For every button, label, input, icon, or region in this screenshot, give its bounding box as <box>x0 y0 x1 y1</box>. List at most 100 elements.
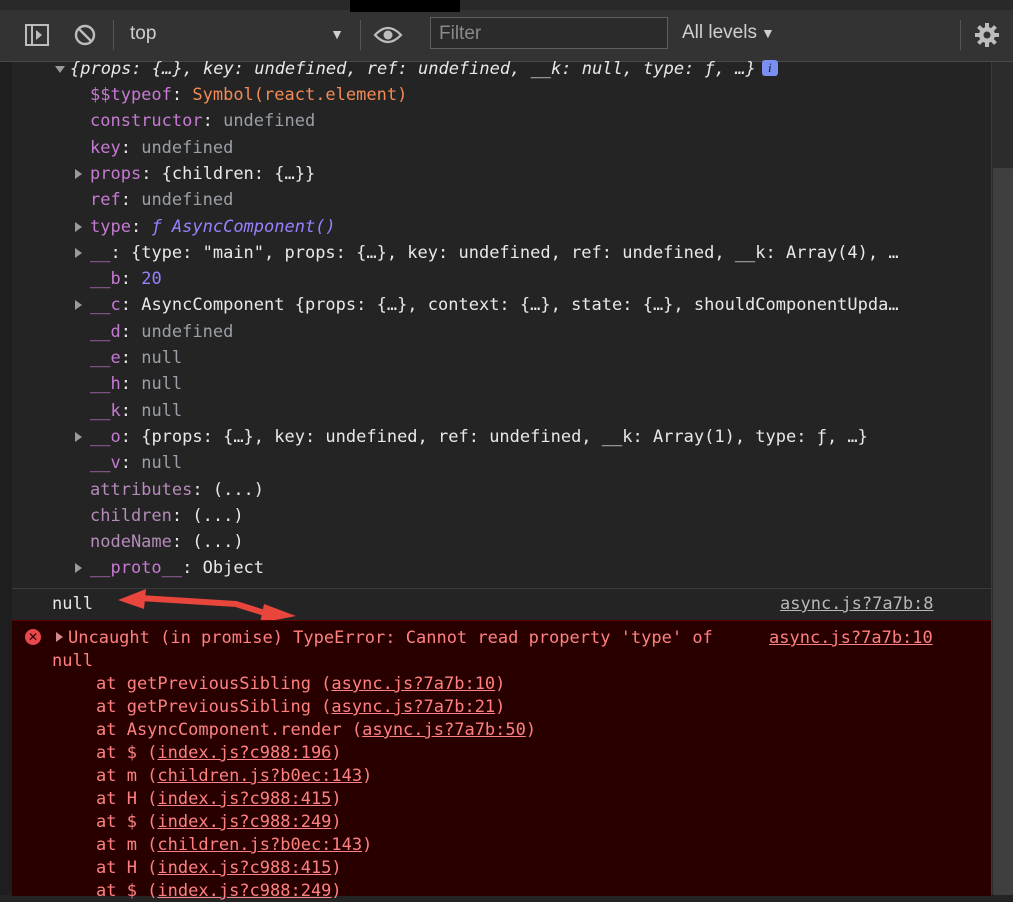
property-row[interactable]: nodeName: (...) <box>90 531 244 553</box>
context-select-label: top <box>130 23 157 44</box>
stack-frame-link[interactable]: index.js?c988:196 <box>157 743 331 763</box>
property-row[interactable]: __: {type: "main", props: {…}, key: unde… <box>90 242 899 264</box>
toolbar-top-strip <box>0 0 1013 10</box>
gear-icon[interactable] <box>972 20 1002 50</box>
property-row[interactable]: props: {children: {…}} <box>90 163 315 185</box>
expand-triangle-icon[interactable] <box>75 300 82 311</box>
property-value: {type: "main", props: {…}, key: undefine… <box>130 242 899 263</box>
context-select[interactable]: top ▼ <box>116 20 352 50</box>
error-message-continued: null <box>52 651 93 671</box>
stack-frame-link[interactable]: index.js?c988:249 <box>157 812 331 832</box>
property-key: __v <box>90 453 121 474</box>
property-separator: : <box>120 190 142 211</box>
property-key: attributes <box>90 479 193 500</box>
object-summary[interactable]: {props: {…}, key: undefined, ref: undefi… <box>70 58 778 80</box>
stack-frame-link[interactable]: index.js?c988:249 <box>157 881 331 901</box>
stack-frame: at $ (index.js?c988:196) <box>96 742 342 764</box>
stack-frame-link[interactable]: async.js?7a7b:10 <box>331 674 495 694</box>
stack-frame: at $ (index.js?c988:249) <box>96 880 342 902</box>
object-summary-text: {props: {…}, key: undefined, ref: undefi… <box>70 59 756 79</box>
collapse-triangle-icon[interactable] <box>55 66 65 73</box>
clear-console-icon[interactable] <box>70 20 100 50</box>
property-value: AsyncComponent {props: {…}, context: {…}… <box>141 295 899 316</box>
expand-triangle-icon[interactable] <box>75 563 82 574</box>
property-value: undefined <box>141 137 234 158</box>
property-key: __e <box>90 348 121 368</box>
property-row[interactable]: __o: {props: {…}, key: undefined, ref: u… <box>90 426 868 448</box>
scrollbar-thumb[interactable] <box>993 168 1013 895</box>
stack-frame-suffix: ) <box>495 697 506 717</box>
log-levels-dropdown[interactable]: All levels ▼ <box>682 22 775 44</box>
stack-frame-suffix: ) <box>331 743 342 763</box>
property-row[interactable]: __b: 20 <box>90 268 162 290</box>
property-row[interactable]: __e: null <box>90 347 182 369</box>
property-separator: : <box>120 400 142 421</box>
chevron-down-icon: ▼ <box>330 26 344 42</box>
property-key: props <box>90 163 142 184</box>
chevron-down-icon: ▼ <box>760 25 775 41</box>
property-key: __b <box>90 269 121 290</box>
property-row[interactable]: __d: undefined <box>90 321 233 343</box>
property-separator: : <box>202 111 224 132</box>
property-row[interactable]: __proto__: Object <box>90 557 264 579</box>
property-row[interactable]: key: undefined <box>90 137 233 159</box>
stack-frame-link[interactable]: children.js?b0ec:143 <box>157 835 362 855</box>
info-icon[interactable]: i <box>761 60 778 76</box>
toolbar-divider <box>960 20 961 50</box>
stack-frame-link[interactable]: async.js?7a7b:21 <box>331 697 495 717</box>
expand-triangle-icon[interactable] <box>75 431 82 442</box>
property-value: Symbol(react.element) <box>192 85 408 105</box>
expand-triangle-icon[interactable] <box>75 247 82 258</box>
property-separator: : <box>120 453 142 474</box>
expand-triangle-icon[interactable] <box>75 221 82 232</box>
stack-frame-link[interactable]: children.js?b0ec:143 <box>157 766 362 786</box>
property-separator: : <box>120 348 142 368</box>
property-key: ref <box>90 190 121 211</box>
property-row[interactable]: __v: null <box>90 452 182 474</box>
source-link[interactable]: async.js?7a7b:8 <box>780 593 934 615</box>
null-text: null <box>52 594 93 614</box>
property-row[interactable]: constructor: undefined <box>90 110 315 132</box>
property-key: __c <box>90 295 121 316</box>
expand-triangle-icon[interactable] <box>75 168 82 179</box>
property-row[interactable]: __h: null <box>90 373 182 395</box>
property-key: nodeName <box>90 532 172 553</box>
property-row[interactable]: ref: undefined <box>90 189 233 211</box>
property-separator: : <box>192 479 213 500</box>
stack-frame-prefix: at getPreviousSibling ( <box>96 697 332 717</box>
redacted-box <box>350 0 460 12</box>
property-row[interactable]: $$typeof: Symbol(react.element) <box>90 84 407 106</box>
property-value: 20 <box>141 269 162 290</box>
property-value: null <box>141 348 183 368</box>
property-value: null <box>141 453 183 474</box>
stack-frame-link[interactable]: index.js?c988:415 <box>157 789 331 809</box>
left-gutter <box>0 62 12 895</box>
property-value: Object <box>202 558 265 579</box>
property-value: ƒ AsyncComponent() <box>151 216 336 237</box>
eye-icon[interactable] <box>373 20 403 50</box>
stack-frame-suffix: ) <box>525 720 537 740</box>
property-separator: : <box>120 321 142 342</box>
stack-frame-link[interactable]: index.js?c988:415 <box>157 858 331 878</box>
property-separator: : <box>120 374 142 395</box>
log-levels-label: All levels <box>682 22 757 43</box>
stack-frame-link[interactable]: async.js?7a7b:50 <box>362 720 526 740</box>
error-source-link[interactable]: async.js?7a7b:10 <box>769 627 933 649</box>
property-value: {props: {…}, key: undefined, ref: undefi… <box>141 426 868 447</box>
property-row[interactable]: __c: AsyncComponent {props: {…}, context… <box>90 294 899 316</box>
sidebar-toggle-icon[interactable] <box>22 20 52 50</box>
property-row[interactable]: __k: null <box>90 400 182 422</box>
stack-frame-prefix: at getPreviousSibling ( <box>96 674 332 694</box>
property-row[interactable]: children: (...) <box>90 505 244 527</box>
expand-triangle-icon[interactable] <box>56 632 63 642</box>
stack-frame-suffix: ) <box>362 766 373 786</box>
filter-input[interactable]: Filter <box>430 17 668 49</box>
stack-frame-prefix: at $ ( <box>96 812 158 832</box>
property-value: undefined <box>223 111 316 132</box>
property-value: {children: {…}} <box>161 163 316 184</box>
console-toolbar: top ▼ Filter All levels ▼ <box>0 0 1013 62</box>
property-key: __proto__ <box>90 558 183 579</box>
property-row[interactable]: attributes: (...) <box>90 479 264 501</box>
property-value: undefined <box>141 190 234 211</box>
property-row[interactable]: type: ƒ AsyncComponent() <box>90 216 336 238</box>
